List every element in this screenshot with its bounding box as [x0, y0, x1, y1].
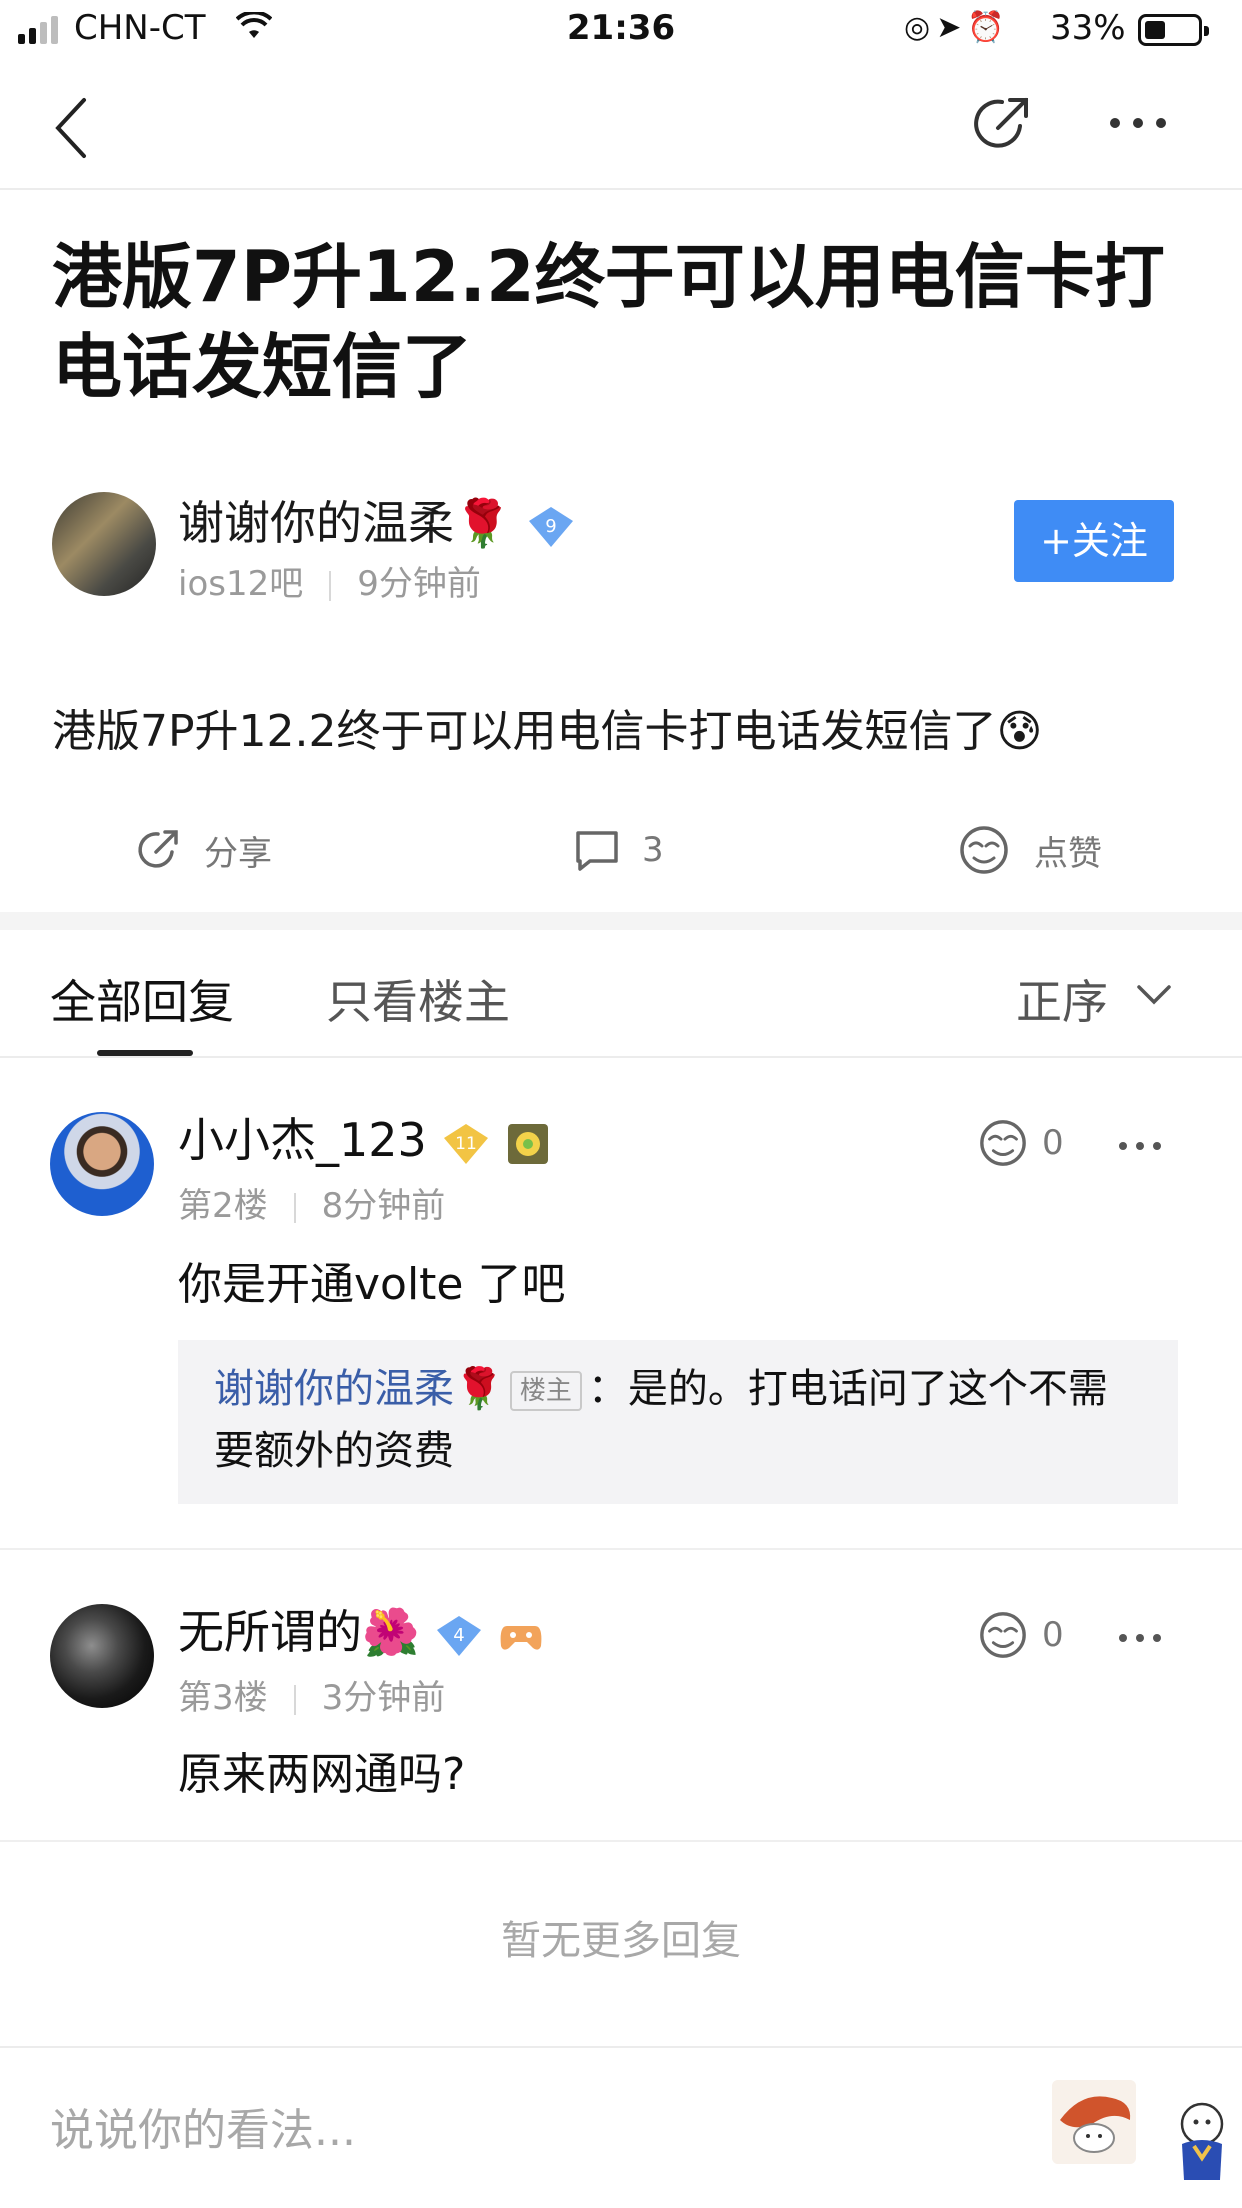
location-icon: ➤	[936, 10, 968, 45]
share-icon[interactable]	[970, 92, 1034, 156]
chevron-down-icon[interactable]	[1136, 984, 1172, 1006]
emoji-icon[interactable]	[1174, 2098, 1242, 2182]
reply-author-row: 小小杰_123 11	[178, 1104, 550, 1170]
status-bar: CHN-CT 21:36 ◎➤⏰ 33%	[0, 0, 1242, 62]
comment-bar: 说说你的看法...	[0, 2046, 1242, 2208]
battery-icon	[1138, 14, 1209, 46]
like-count: 0	[1042, 1123, 1064, 1163]
floor-number: 第3楼	[178, 1678, 268, 1718]
reply-author-name[interactable]: 小小杰_123	[178, 1113, 427, 1167]
avatar[interactable]	[50, 1112, 154, 1216]
comment-icon	[576, 831, 618, 871]
reply-like-button[interactable]: 0	[976, 1118, 1064, 1168]
like-label: 点赞	[1034, 833, 1102, 874]
thumbs-up-face-icon	[980, 1612, 1026, 1658]
more-horizontal-icon[interactable]	[1118, 1140, 1162, 1152]
sub-reply[interactable]: 谢谢你的温柔🌹 楼主 ：是的。打电话问了这个不需要额外的资费	[178, 1340, 1178, 1504]
share-label: 分享	[204, 833, 272, 874]
sub-reply-author[interactable]: 谢谢你的温柔🌹	[214, 1366, 504, 1412]
reply-time: 3分钟前	[321, 1678, 446, 1718]
share-action[interactable]: 分享	[134, 810, 272, 890]
no-more-replies: 暂无更多回复	[501, 1918, 741, 1964]
floor-number: 第2楼	[178, 1186, 268, 1226]
share-icon	[138, 830, 178, 868]
level-badge-icon: 9	[528, 506, 573, 547]
post-title: 港版7P升12.2终于可以用电信卡打电话发短信了	[52, 236, 1165, 408]
tab-only-op[interactable]: 只看楼主	[326, 966, 510, 1032]
author-name[interactable]: 谢谢你的温柔🌹	[178, 496, 511, 550]
post-actions: 分享 3 点赞	[0, 810, 1242, 890]
more-horizontal-icon[interactable]	[1118, 1632, 1162, 1644]
svg-text:9: 9	[545, 516, 556, 537]
divider	[0, 1840, 1242, 1842]
like-action[interactable]: 点赞	[956, 810, 1102, 890]
reply-tabs: 全部回复 只看楼主 正序	[0, 930, 1242, 1058]
section-divider	[0, 912, 1242, 930]
level-badge-icon: 4	[436, 1615, 481, 1656]
author-name-row[interactable]: 谢谢你的温柔🌹 9	[178, 487, 576, 553]
battery-percent: 33%	[1050, 8, 1126, 48]
divider	[0, 1548, 1242, 1550]
reply-meta: 第2楼 8分钟前	[178, 1178, 445, 1227]
reply-like-button[interactable]: 0	[976, 1610, 1064, 1660]
sort-dropdown[interactable]: 正序	[1016, 966, 1108, 1032]
level-badge-icon: 11	[444, 1123, 489, 1164]
thumbs-up-face-icon	[960, 826, 1008, 874]
op-tag: 楼主	[509, 1371, 582, 1411]
svg-text:4: 4	[453, 1625, 464, 1646]
avatar[interactable]	[50, 1604, 154, 1708]
post-time: 9分钟前	[357, 564, 481, 604]
comment-action[interactable]: 3	[574, 810, 664, 890]
thumbs-up-face-icon	[980, 1120, 1026, 1166]
nav-bar	[0, 62, 1242, 190]
tab-all-replies[interactable]: 全部回复	[50, 966, 234, 1032]
svg-text:11: 11	[456, 1134, 478, 1154]
reply-author-row: 无所谓的🌺 4	[178, 1596, 543, 1662]
more-horizontal-icon[interactable]	[1108, 116, 1168, 130]
comment-input[interactable]: 说说你的看法...	[50, 2094, 356, 2158]
chevron-left-icon[interactable]	[52, 96, 92, 160]
follow-button[interactable]: +关注	[1014, 500, 1174, 582]
reply-meta: 第3楼 3分钟前	[178, 1670, 445, 1719]
tab-active-indicator	[97, 1050, 193, 1056]
reply-text: 原来两网通吗?	[178, 1749, 466, 1800]
alarm-icon: ⏰	[967, 10, 1011, 45]
post-content: 港版7P升12.2终于可以用电信卡打电话发短信了😰	[52, 706, 1043, 757]
reply-time: 8分钟前	[321, 1186, 446, 1226]
like-count: 0	[1042, 1615, 1064, 1655]
gamepad-icon	[500, 1625, 541, 1650]
rotation-lock-icon: ◎	[904, 10, 937, 45]
reply-author-name[interactable]: 无所谓的🌺	[178, 1605, 419, 1659]
forum-name[interactable]: ios12吧	[178, 564, 303, 604]
sticker-icon[interactable]	[1052, 2080, 1136, 2164]
reply-text: 你是开通volte 了吧	[178, 1259, 566, 1310]
comment-count: 3	[642, 830, 664, 870]
avatar[interactable]	[52, 492, 156, 596]
author-meta: ios12吧 9分钟前	[178, 556, 481, 605]
medal-icon	[508, 1123, 549, 1164]
